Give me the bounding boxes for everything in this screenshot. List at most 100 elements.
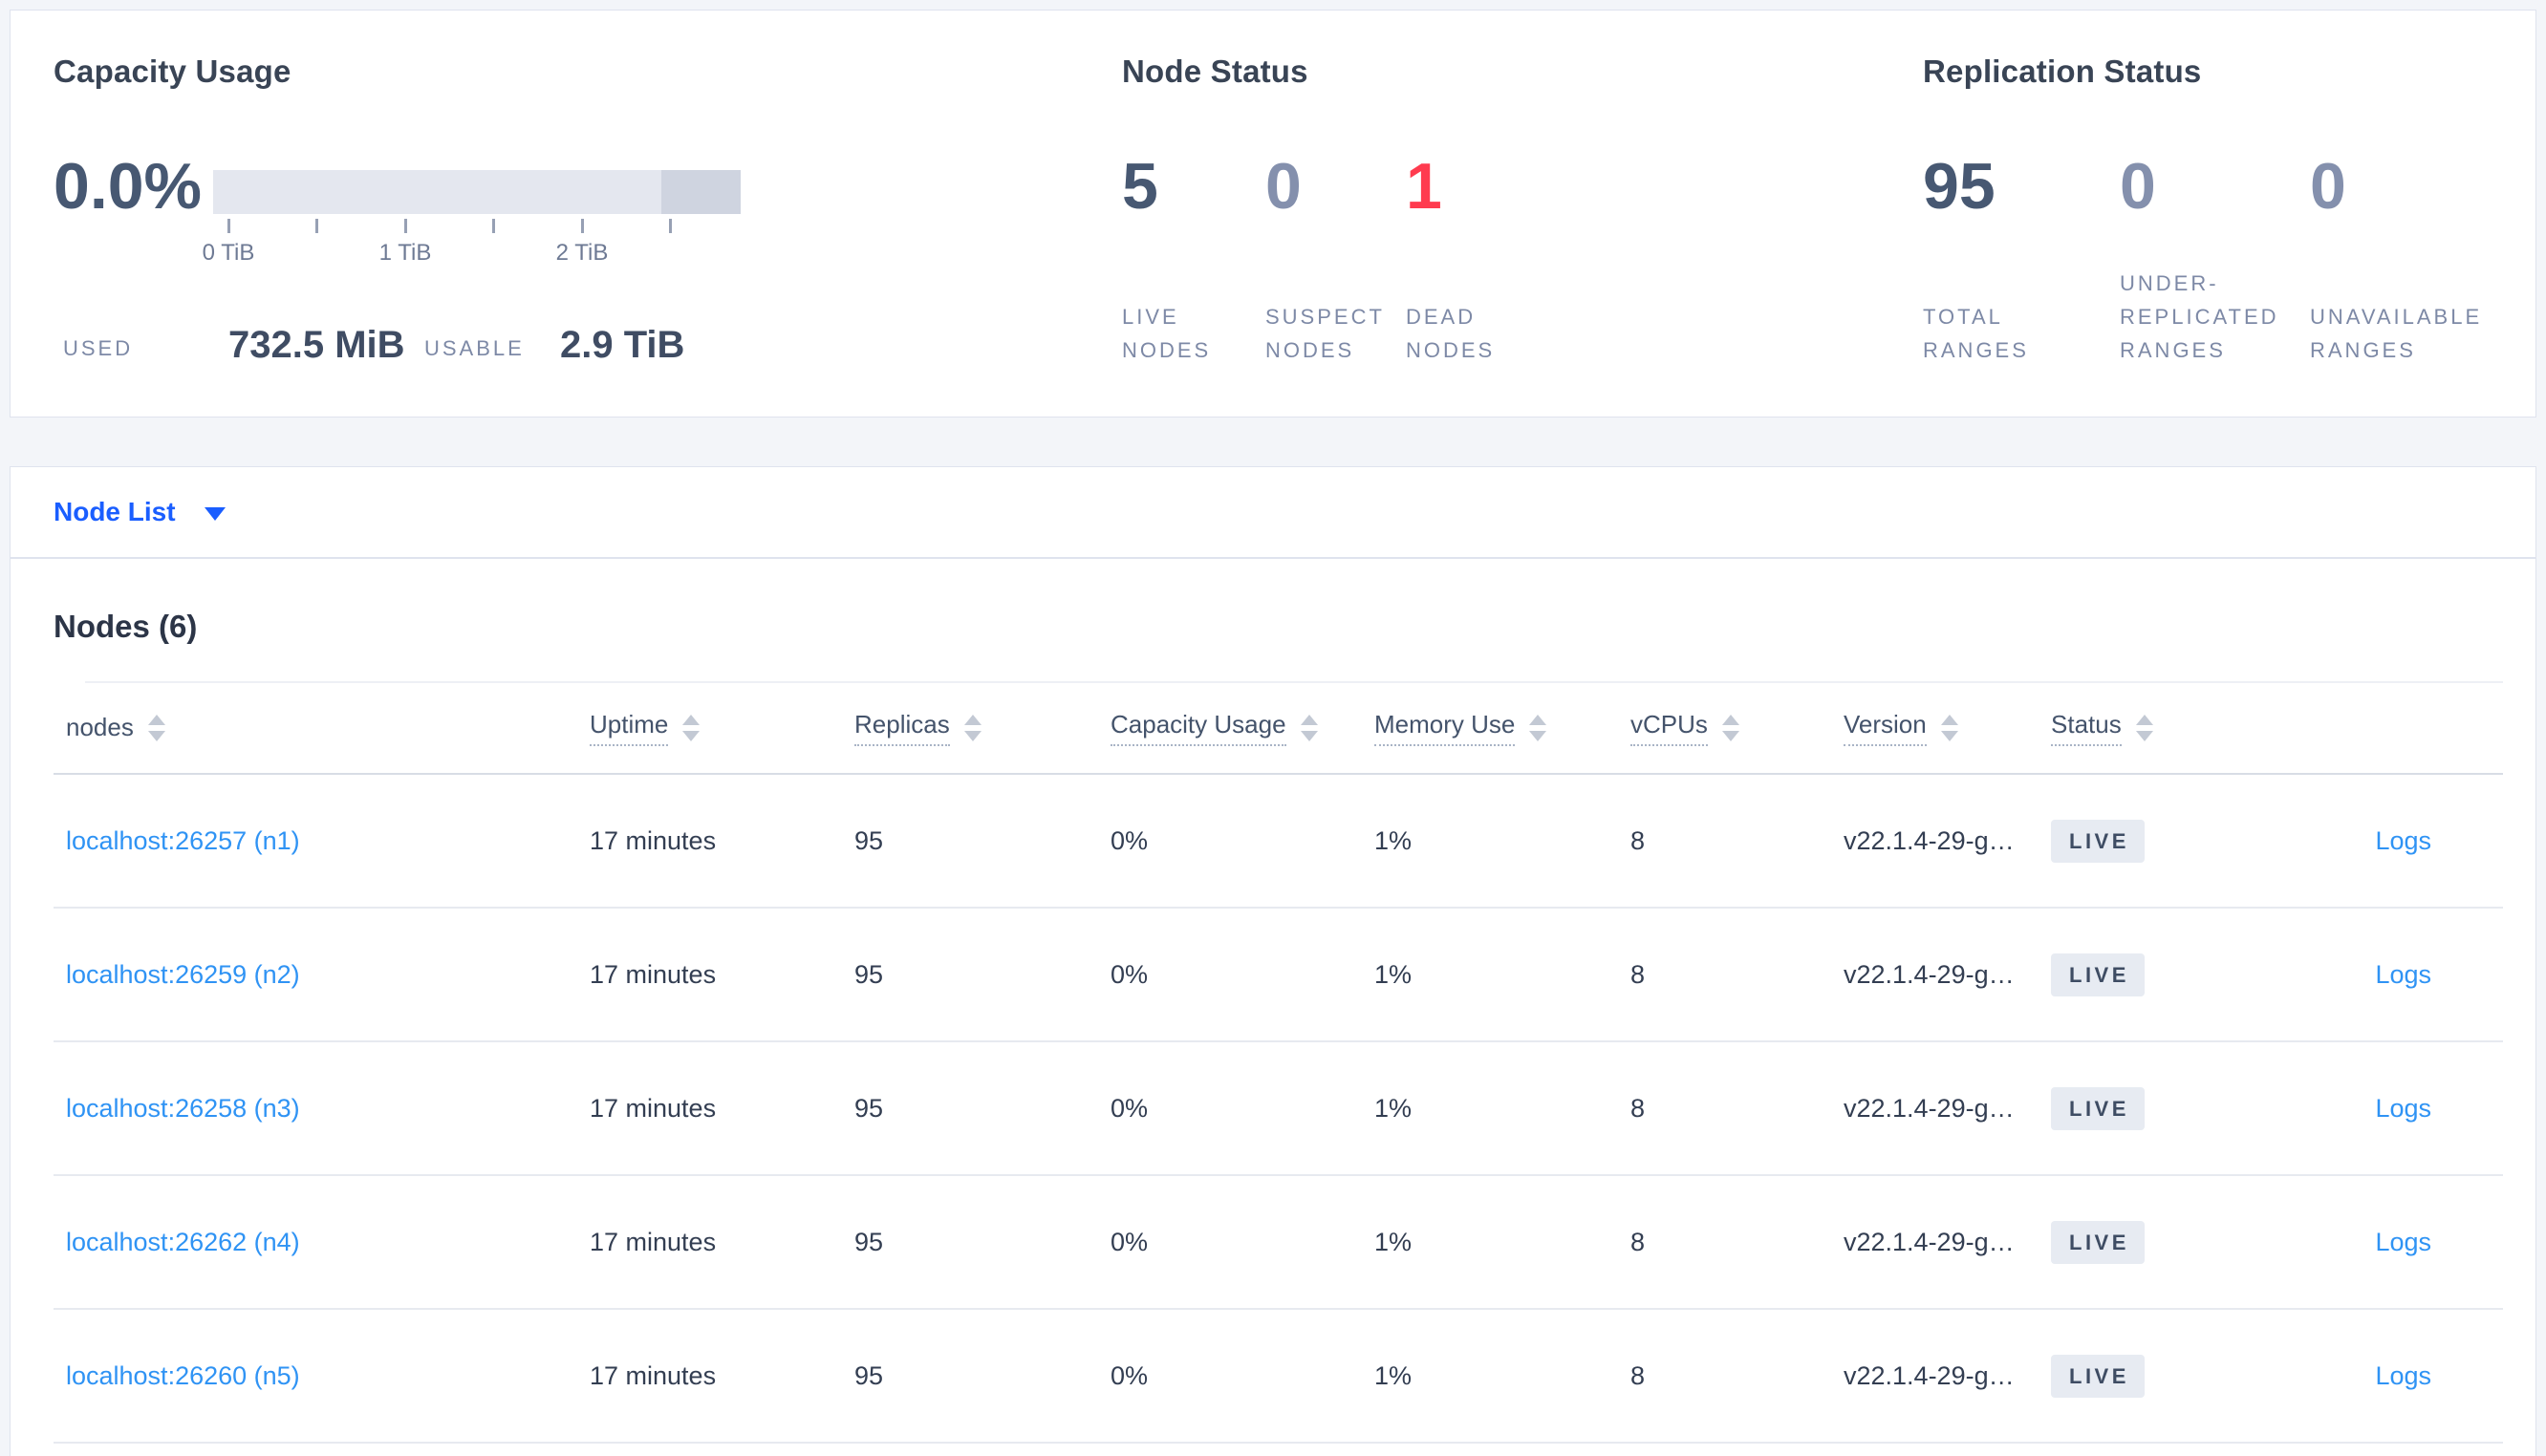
nodes-section-title: Nodes (6) (54, 609, 198, 644)
capacity-usage-bar (213, 170, 741, 214)
suspect-nodes-label: SUSPECT NODES (1265, 305, 1385, 362)
table-header-row: nodes Uptime Replicas Capacity Usage Mem… (54, 682, 2503, 775)
logs-link[interactable]: Logs (2375, 1361, 2431, 1390)
live-nodes-label: LIVE NODES (1122, 305, 1212, 362)
vcpus-cell: 8 (1630, 825, 1646, 855)
cluster-summary-card: Capacity Usage 0.0% 0 TiB 1 TiB 2 TiB US… (10, 10, 2536, 418)
replication-status-title: Replication Status (1923, 54, 2202, 89)
uptime-cell: 17 minutes (590, 959, 717, 989)
table-row: localhost:26257 (n1) 17 minutes 95 0% 1%… (54, 775, 2503, 909)
usable-label: USABLE (424, 336, 525, 360)
uptime-cell: 17 minutes (590, 825, 717, 855)
status-badge: LIVE (2051, 1354, 2145, 1398)
capacity-cell: 0% (1111, 1227, 1149, 1256)
logs-link[interactable]: Logs (2375, 1228, 2431, 1256)
memory-cell: 1% (1374, 1360, 1413, 1390)
capacity-cell: 0% (1111, 959, 1149, 989)
node-list-dropdown-label: Node List (54, 497, 176, 526)
dead-nodes-label: DEAD NODES (1406, 305, 1496, 362)
sort-icon[interactable] (963, 714, 982, 741)
sort-icon[interactable] (147, 714, 165, 741)
node-status-title: Node Status (1122, 54, 1308, 89)
node-link[interactable]: localhost:26262 (n4) (66, 1228, 300, 1256)
table-row: localhost:26260 (n5) 17 minutes 95 0% 1%… (54, 1310, 2503, 1444)
tick-label-2tib: 2 TiB (555, 240, 609, 266)
capacity-usage-title: Capacity Usage (54, 54, 291, 89)
table-row: localhost:26259 (n2) 17 minutes 95 0% 1%… (54, 909, 2503, 1042)
replicas-cell: 95 (854, 1360, 884, 1390)
replicas-cell: 95 (854, 825, 884, 855)
version-cell: v22.1.4-29-g… (1844, 825, 2015, 855)
uptime-cell: 17 minutes (590, 1360, 717, 1390)
axis-tick (669, 219, 672, 233)
status-badge: LIVE (2051, 1086, 2145, 1130)
status-badge: LIVE (2051, 953, 2145, 996)
vcpus-cell: 8 (1630, 1093, 1646, 1123)
sort-icon[interactable] (1721, 714, 1739, 741)
column-header-version[interactable]: Version (1844, 710, 2051, 746)
sort-icon[interactable] (1940, 714, 1958, 741)
memory-cell: 1% (1374, 1093, 1413, 1123)
capacity-bar-tail-segment (661, 170, 741, 214)
version-cell: v22.1.4-29-g… (1844, 959, 2015, 989)
vcpus-cell: 8 (1630, 959, 1646, 989)
column-header-capacity-usage[interactable]: Capacity Usage (1111, 710, 1374, 746)
uptime-cell: 17 minutes (590, 1227, 717, 1256)
used-label: USED (63, 336, 134, 360)
axis-tick (227, 219, 230, 233)
total-ranges-count: 95 (1923, 150, 1996, 223)
table-row: localhost:26262 (n4) 17 minutes 95 0% 1%… (54, 1176, 2503, 1310)
table-body: localhost:26257 (n1) 17 minutes 95 0% 1%… (54, 775, 2503, 1444)
memory-cell: 1% (1374, 1227, 1413, 1256)
replicas-cell: 95 (854, 959, 884, 989)
capacity-cell: 0% (1111, 1360, 1149, 1390)
tick-label-0tib: 0 TiB (202, 240, 255, 266)
node-list-dropdown[interactable]: Node List (54, 497, 226, 527)
nodes-table-card: Nodes (6) nodes Uptime Replicas Capacity… (10, 558, 2536, 1456)
memory-cell: 1% (1374, 825, 1413, 855)
node-link[interactable]: localhost:26259 (n2) (66, 960, 300, 989)
status-badge: LIVE (2051, 1220, 2145, 1264)
node-link[interactable]: localhost:26260 (n5) (66, 1361, 300, 1390)
sort-icon[interactable] (1300, 714, 1318, 741)
sort-icon[interactable] (682, 714, 701, 741)
dead-nodes-count: 1 (1406, 150, 1442, 223)
column-header-memory-use[interactable]: Memory Use (1374, 710, 1630, 746)
suspect-nodes-count: 0 (1265, 150, 1302, 223)
node-link[interactable]: localhost:26257 (n1) (66, 826, 300, 855)
sort-icon[interactable] (1529, 714, 1547, 741)
axis-tick (315, 219, 318, 233)
view-selector-bar: Node List (10, 466, 2536, 558)
replicas-cell: 95 (854, 1093, 884, 1123)
total-ranges-label: TOTAL RANGES (1923, 305, 2029, 362)
logs-link[interactable]: Logs (2375, 1094, 2431, 1123)
column-header-status[interactable]: Status (2051, 710, 2295, 746)
logs-link[interactable]: Logs (2375, 960, 2431, 989)
usable-value: 2.9 TiB (560, 324, 685, 366)
axis-tick (404, 219, 407, 233)
logs-link[interactable]: Logs (2375, 826, 2431, 855)
sort-icon[interactable] (2135, 714, 2153, 741)
memory-cell: 1% (1374, 959, 1413, 989)
capacity-used-percent: 0.0% (54, 150, 202, 223)
vcpus-cell: 8 (1630, 1227, 1646, 1256)
capacity-usage-readout: USED 732.5 MiB USABLE 2.9 TiB (54, 311, 780, 371)
version-cell: v22.1.4-29-g… (1844, 1093, 2015, 1123)
used-value: 732.5 MiB (228, 324, 405, 366)
capacity-cell: 0% (1111, 1093, 1149, 1123)
axis-tick (492, 219, 495, 233)
version-cell: v22.1.4-29-g… (1844, 1360, 2015, 1390)
capacity-cell: 0% (1111, 825, 1149, 855)
replicas-cell: 95 (854, 1227, 884, 1256)
under-replicated-ranges-count: 0 (2120, 150, 2156, 223)
column-header-vcpus[interactable]: vCPUs (1630, 710, 1844, 746)
unavailable-ranges-label: UNAVAILABLE RANGES (2310, 305, 2483, 362)
live-nodes-count: 5 (1122, 150, 1158, 223)
tick-label-1tib: 1 TiB (378, 240, 432, 266)
axis-tick (581, 219, 584, 233)
table-row: localhost:26258 (n3) 17 minutes 95 0% 1%… (54, 1042, 2503, 1176)
node-link[interactable]: localhost:26258 (n3) (66, 1094, 300, 1123)
column-header-nodes[interactable]: nodes (54, 713, 590, 742)
column-header-replicas[interactable]: Replicas (854, 710, 1111, 746)
column-header-uptime[interactable]: Uptime (590, 710, 854, 746)
